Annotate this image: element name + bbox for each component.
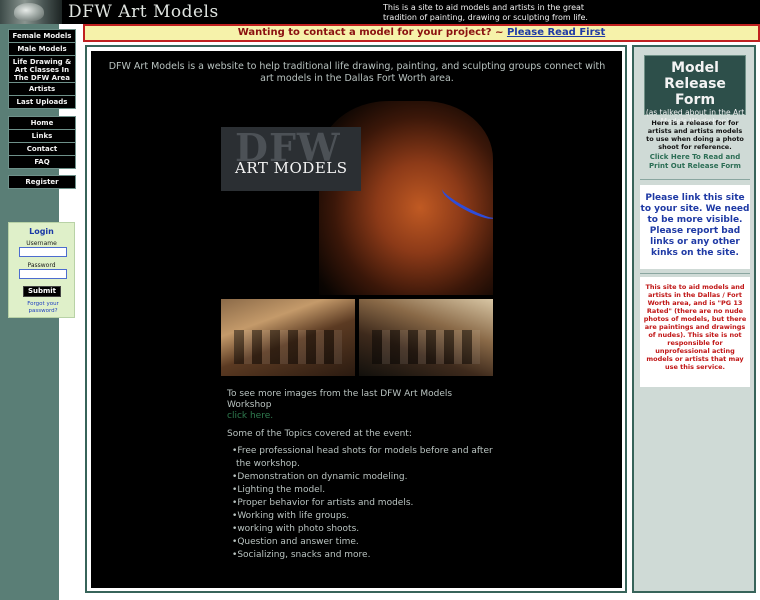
login-box: Login Username Password Submit Forgot yo… [8,222,75,318]
hero-art-models-text: ART MODELS [235,159,348,177]
sidebar: Female Models Male Models Life Drawing &… [0,24,76,600]
topic-item: Question and answer time. [227,536,497,549]
header: DFW Art Models This is a site to aid mod… [0,0,760,24]
nav-links[interactable]: Links [8,129,76,143]
workshop-photo-2[interactable] [359,299,493,376]
release-form-header[interactable]: Model Release Form (as talked about in t… [644,55,746,126]
nav-artists[interactable]: Artists [8,82,76,96]
hero-image: DFW ART MODELS [221,101,493,295]
link-request-box: Please link this site to your site. We n… [640,185,750,269]
username-input[interactable] [19,247,67,257]
forgot-password-link[interactable]: Forgot your password? [15,301,71,315]
topics-list: Free professional head shots for models … [227,445,497,562]
password-label: Password [27,262,56,269]
nav-home[interactable]: Home [8,116,76,130]
site-tagline: This is a site to aid models and artists… [383,3,588,22]
main-frame: DFW Art Models is a website to help trad… [85,45,627,593]
see-more-label: To see more images from the last DFW Art… [227,389,453,410]
topic-item: Proper behavior for artists and models. [227,497,497,510]
topic-item: Socializing, snacks and more. [227,549,497,562]
release-form-link[interactable]: Click Here To Read and Print Out Release… [644,153,746,170]
workshop-photo-1[interactable] [221,299,355,376]
topic-item: Lighting the model. [227,484,497,497]
login-submit-button[interactable]: Submit [23,286,61,297]
main-content: DFW Art Models is a website to help trad… [91,51,622,588]
nav-contact[interactable]: Contact [8,142,76,156]
topic-item: Working with life groups. [227,510,497,523]
nav-life-drawing-classes[interactable]: Life Drawing & Art Classes In The DFW Ar… [8,55,76,85]
password-input[interactable] [19,269,67,279]
site-rating-notice: This site to aid models and artists in t… [640,277,750,387]
topic-item: Free professional head shots for models … [227,445,497,471]
nav-register[interactable]: Register [8,175,76,189]
login-title: Login [29,227,54,236]
topic-item: Demonstration on dynamic modeling. [227,471,497,484]
nav-last-uploads[interactable]: Last Uploads [8,95,76,109]
topic-item: working with photo shoots. [227,523,497,536]
nav-faq[interactable]: FAQ [8,155,76,169]
topics-heading: Some of the Topics covered at the event: [227,429,412,439]
see-more-link[interactable]: click here. [227,411,273,421]
nav-male-models[interactable]: Male Models [8,42,76,56]
right-divider [640,273,750,274]
right-divider [640,179,750,180]
site-title[interactable]: DFW Art Models [68,2,219,22]
release-form-description: Here is a release for for artists and ar… [646,119,744,151]
intro-text: DFW Art Models is a website to help trad… [108,61,606,84]
username-label: Username [26,240,57,247]
see-more-text: To see more images from the last DFW Art… [227,389,497,422]
banner-read-first-link[interactable]: Please Read First [507,27,605,38]
banner-text: Wanting to contact a model for your proj… [237,27,507,38]
right-column: Model Release Form (as talked about in t… [632,45,756,593]
contact-notice-banner: Wanting to contact a model for your proj… [83,24,760,42]
logo-image[interactable] [0,0,62,24]
release-form-title: Model Release Form [664,60,726,108]
nav-female-models[interactable]: Female Models [8,29,76,43]
